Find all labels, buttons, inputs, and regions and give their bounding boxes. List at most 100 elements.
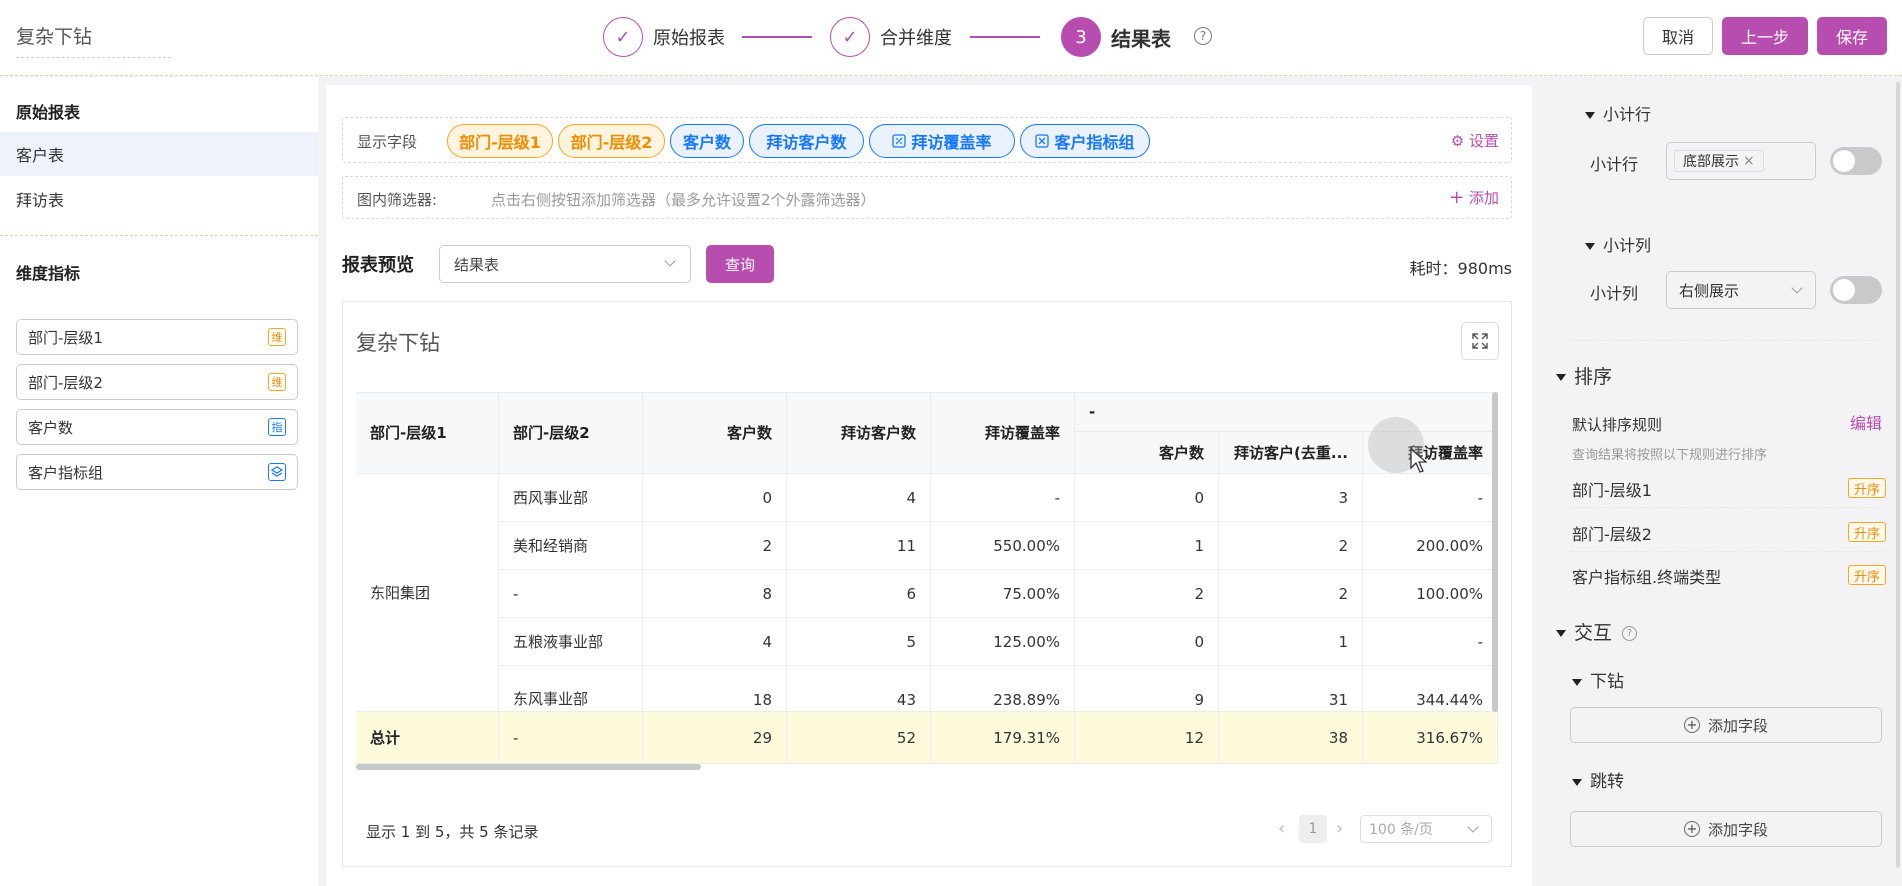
step-label: 合并维度 [880,28,952,49]
display-fields-label: 显示字段 [357,133,418,151]
field-customer-metric-group[interactable]: 客户指标组 [16,454,298,490]
subtotal-row-section[interactable]: 小计行 [1585,101,1651,125]
sort-rule-field: 客户指标组.终端类型 [1572,568,1722,587]
field-dept-level1[interactable]: 部门-层级1 维 [16,319,298,355]
field-customer-count[interactable]: 客户数 指 [16,409,298,445]
plus-circle-icon: + [1683,717,1700,733]
header-cell[interactable]: 部门-层级2 [499,392,643,474]
subtotal-col-section[interactable]: 小计列 [1585,232,1651,256]
step-connector [742,36,812,38]
group-cell: 东阳集团 [356,474,499,712]
cancel-button[interactable]: 取消 [1643,17,1713,55]
sub-header-cell[interactable]: 拜访客户(去重... [1219,432,1363,474]
prev-step-button[interactable]: 上一步 [1722,17,1808,55]
horizontal-scrollbar[interactable] [356,764,701,770]
close-icon[interactable]: × [1743,153,1755,169]
tag-visit-customer-count[interactable]: 拜访客户数 [749,124,864,158]
subtotal-row-toggle[interactable] [1830,147,1882,175]
step-merge-dimension[interactable]: ✓ 合并维度 [830,17,952,57]
next-page-button[interactable]: › [1336,818,1343,839]
layers-icon [268,463,286,481]
section-dimension-metrics: 维度指标 [16,264,81,283]
report-title[interactable]: 复杂下钻 [16,22,171,58]
sort-section[interactable]: 排序 [1556,362,1612,389]
preview-select[interactable]: 结果表 [439,245,691,283]
sort-default-label: 默认排序规则 [1572,416,1663,434]
jump-section[interactable]: 跳转 [1572,767,1624,792]
query-button[interactable]: 查询 [706,245,774,283]
total-row: 总计 - 29 52 179.31% 12 38 316.67% [356,712,1498,764]
prev-page-button[interactable]: ‹ [1278,818,1285,839]
step-result-table[interactable]: 3 结果表 [1061,17,1171,57]
main-panel: 显示字段 部门-层级1 部门-层级2 客户数 拜访客户数 拜访覆盖率 客户指标组… [326,85,1532,886]
elapsed-time: 耗时：980ms [1409,259,1512,278]
add-filter-button[interactable]: + 添加 [1449,187,1499,208]
tag-dept-level1[interactable]: 部门-层级1 [447,124,553,158]
tag-visit-coverage[interactable]: 拜访覆盖率 [869,124,1015,158]
subtotal-col-select[interactable]: 右侧展示 [1666,271,1816,309]
header: 复杂下钻 ✓ 原始报表 ✓ 合并维度 3 结果表 ? 取消 上一步 保存 [0,0,1902,76]
save-button[interactable]: 保存 [1817,17,1887,55]
sub-header-cell[interactable]: 客户数 [1075,432,1219,474]
caret-down-icon [1585,112,1595,119]
caret-down-icon [1572,678,1582,686]
help-icon[interactable]: ? [1622,626,1638,641]
step-number: 3 [1061,17,1101,57]
divider [1570,551,1882,552]
sort-hint: 查询结果将按照以下规则进行排序 [1572,448,1768,463]
report-item-customer[interactable]: 客户表 [0,132,318,176]
cursor-icon [1410,448,1428,473]
subtotal-row-select[interactable]: 底部展示 × [1666,142,1816,180]
display-fields-bar: 显示字段 部门-层级1 部门-层级2 客户数 拜访客户数 拜访覆盖率 客户指标组… [342,117,1512,163]
gear-icon: ⚙ [1450,132,1465,150]
interaction-section[interactable]: 交互 ? [1556,618,1638,645]
field-label: 客户数 [28,418,74,437]
caret-down-icon [1585,243,1595,250]
step-original-report[interactable]: ✓ 原始报表 [603,17,725,57]
subtotal-col-toggle[interactable] [1830,276,1882,304]
right-panel-scrollbar[interactable] [1896,82,1900,868]
header-cell[interactable]: 拜访客户数 [787,392,931,474]
vertical-scrollbar[interactable] [1492,392,1498,712]
sort-edit-link[interactable]: 编辑 [1850,410,1882,434]
filter-bar: 图内筛选器: 点击右侧按钮添加筛选器（最多允许设置2个外露筛选器） + 添加 [342,176,1512,219]
asc-badge[interactable]: 升序 [1848,522,1886,542]
tag-customer-metric-group[interactable]: 客户指标组 [1020,124,1150,158]
jump-add-field-button[interactable]: + 添加字段 [1570,811,1882,847]
check-icon: ✓ [830,17,870,57]
selected-option-tag: 底部展示 × [1674,150,1764,172]
asc-badge[interactable]: 升序 [1848,478,1886,498]
field-label: 部门-层级1 [28,328,103,347]
caret-down-icon [1556,374,1566,381]
chevron-down-icon [1791,282,1803,294]
report-item-visit[interactable]: 拜访表 [0,177,318,221]
filter-label: 图内筛选器: [357,191,438,209]
tag-customer-count[interactable]: 客户数 [670,124,744,158]
chevron-down-icon [1467,821,1479,833]
page-number[interactable]: 1 [1299,815,1327,843]
drill-add-field-button[interactable]: + 添加字段 [1570,707,1882,743]
drill-section[interactable]: 下钻 [1572,667,1624,692]
asc-badge[interactable]: 升序 [1848,565,1886,585]
group-header-cell[interactable]: - [1075,392,1498,432]
plus-circle-icon: + [1683,821,1700,837]
fullscreen-button[interactable] [1461,322,1499,360]
chevron-down-icon [664,255,676,267]
subtotal-col-label: 小计列 [1590,284,1639,303]
header-cell[interactable]: 拜访覆盖率 [931,392,1075,474]
section-original-report: 原始报表 [16,103,81,122]
field-dept-level2[interactable]: 部门-层级2 维 [16,364,298,400]
divider [0,235,318,236]
expand-icon [1472,333,1488,349]
caret-down-icon [1556,630,1566,637]
tag-dept-level2[interactable]: 部门-层级2 [558,124,665,158]
check-icon: ✓ [603,17,643,57]
help-icon[interactable]: ? [1194,27,1212,45]
step-label: 结果表 [1111,26,1171,51]
subtotal-row-label: 小计行 [1590,155,1639,174]
header-cell[interactable]: 客户数 [643,392,787,474]
dimension-badge: 维 [268,373,286,391]
page-size-select[interactable]: 100 条/页 [1360,815,1492,843]
header-cell[interactable]: 部门-层级1 [356,392,499,474]
settings-button[interactable]: ⚙ 设置 [1451,130,1499,151]
